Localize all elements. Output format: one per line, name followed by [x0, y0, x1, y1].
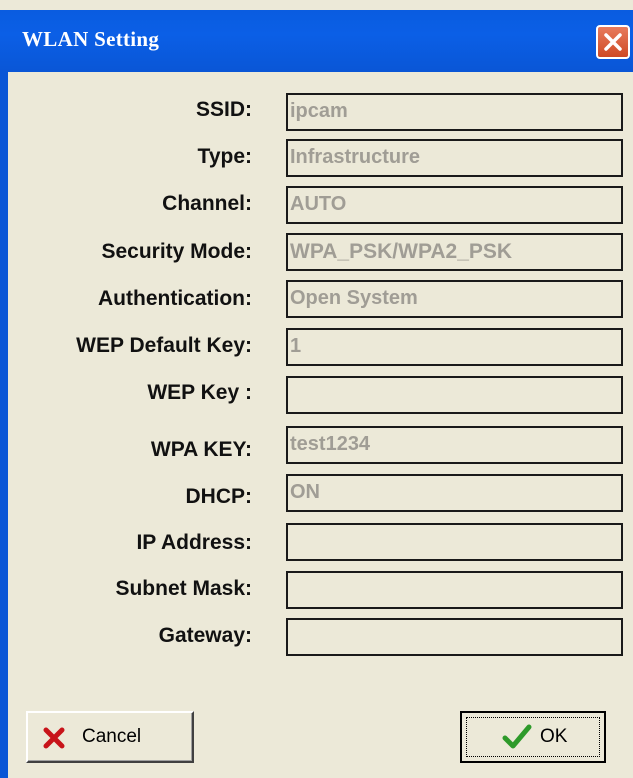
dhcp-field[interactable]: ON [286, 474, 623, 512]
ssid-label: SSID: [195, 98, 252, 121]
gateway-field[interactable] [286, 618, 623, 656]
cancel-button[interactable]: Cancel [26, 711, 194, 763]
title-bar[interactable]: WLAN Setting [0, 10, 633, 72]
wlan-setting-dialog: WLAN Setting SSID: ipcam Type: Infrastru… [0, 0, 633, 778]
type-label: Type: [197, 145, 252, 168]
window-border [0, 72, 8, 778]
wep-default-key-label: WEP Default Key: [76, 334, 252, 357]
security-mode-field[interactable]: WPA_PSK/WPA2_PSK [286, 233, 623, 271]
channel-field[interactable]: AUTO [286, 186, 623, 224]
channel-label: Channel: [162, 192, 252, 215]
subnet-mask-field[interactable] [286, 571, 623, 609]
wpa-key-label: WPA KEY: [150, 438, 252, 461]
close-x-icon [604, 33, 622, 51]
wep-default-key-field[interactable]: 1 [286, 328, 623, 366]
type-field[interactable]: Infrastructure [286, 139, 623, 177]
ok-button[interactable]: OK [460, 711, 606, 763]
dhcp-label: DHCP: [185, 485, 253, 508]
close-button[interactable] [596, 25, 630, 59]
wep-key-field[interactable] [286, 376, 623, 414]
green-check-icon [502, 724, 532, 749]
cancel-label: Cancel [82, 726, 142, 747]
gateway-label: Gateway: [158, 624, 252, 647]
ip-address-field[interactable] [286, 523, 623, 561]
ip-address-label: IP Address: [136, 531, 252, 554]
subnet-mask-label: Subnet Mask: [115, 577, 252, 600]
window-title: WLAN Setting [22, 27, 160, 51]
wpa-key-field[interactable]: test1234 [286, 426, 623, 464]
authentication-field[interactable]: Open System [286, 280, 623, 318]
authentication-label: Authentication: [98, 287, 252, 310]
security-mode-label: Security Mode: [101, 240, 252, 263]
ok-label: OK [540, 726, 568, 747]
ok-focus-rect [466, 717, 600, 757]
ssid-field[interactable]: ipcam [286, 93, 623, 131]
wep-key-label: WEP Key : [147, 381, 252, 404]
red-x-icon [43, 727, 65, 749]
